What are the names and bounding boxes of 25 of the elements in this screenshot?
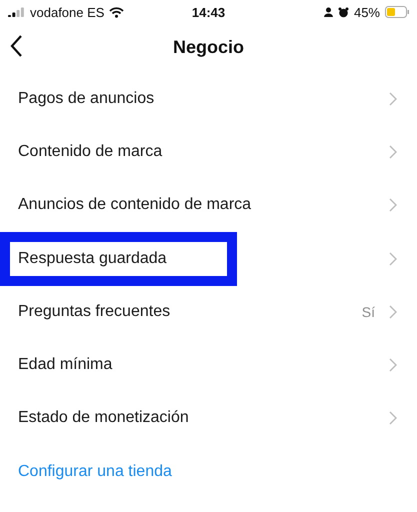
chevron-icon [389,144,397,159]
person-icon [324,7,333,17]
chevron-icon [389,411,397,426]
chevron-icon [389,198,397,212]
clock-time: 14:43 [192,4,226,20]
menu-item[interactable]: Edad mínima [0,338,130,392]
signal-icon [8,7,25,17]
wifi-icon [109,6,124,18]
chevron-icon [389,304,397,319]
menu-item[interactable]: Pagos de anuncios [0,72,172,126]
item-value: Sí [362,304,375,320]
back-button[interactable] [10,35,23,57]
back-icon [10,35,23,57]
chevron-icon [389,92,397,106]
menu-item[interactable]: Estado de monetización [0,391,207,446]
menu-item[interactable]: Anuncios de contenido de marca [0,178,270,232]
chevron-icon [389,358,397,372]
menu-item[interactable]: Respuesta guardada [0,232,237,286]
chevron-icon [389,252,397,266]
menu-item[interactable]: Preguntas frecuentes [0,284,188,339]
carrier-name: vodafone ES [30,4,104,20]
page-title: Negocio [172,36,244,58]
menu-item[interactable]: Contenido de marca [0,124,180,179]
battery-percent: 45% [354,4,380,20]
battery-icon [385,6,409,18]
